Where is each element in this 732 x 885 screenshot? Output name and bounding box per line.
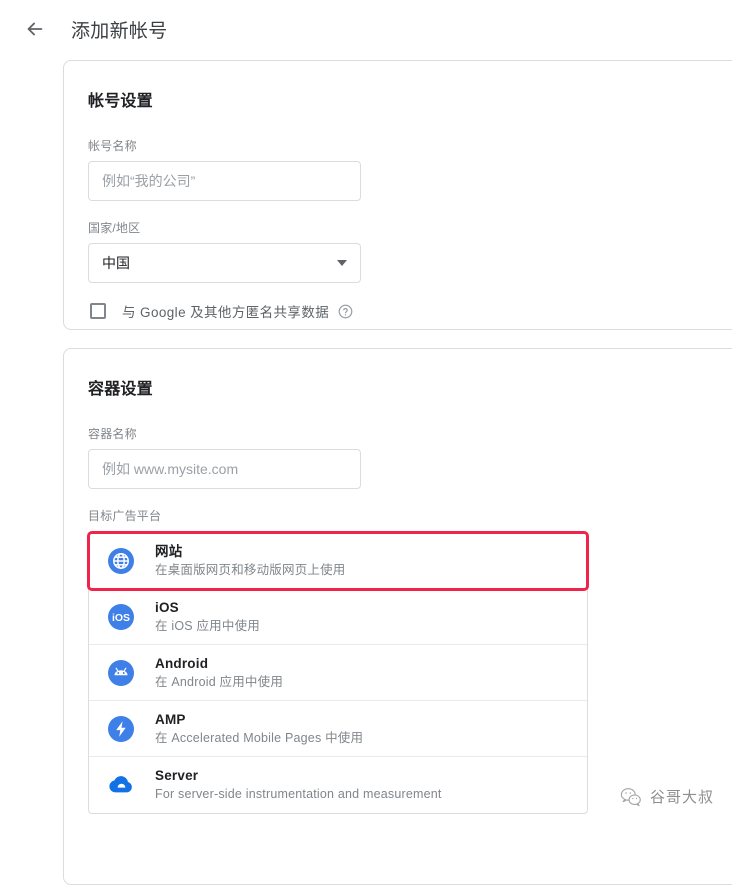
account-name-field-group: 帐号名称: [88, 137, 732, 201]
country-label: 国家/地区: [88, 219, 732, 236]
wechat-icon: [620, 787, 642, 807]
country-select[interactable]: 中国: [88, 243, 361, 283]
platform-description: For server-side instrumentation and meas…: [155, 786, 442, 803]
page-title: 添加新帐号: [71, 16, 168, 43]
platform-list: 网站 在桌面版网页和移动版网页上使用 iOS iOS 在 iOS 应用中使用: [88, 532, 588, 814]
platform-name: iOS: [155, 599, 260, 616]
platform-description: 在桌面版网页和移动版网页上使用: [155, 562, 346, 579]
watermark: 谷哥大叔: [620, 786, 714, 807]
container-name-label: 容器名称: [88, 425, 732, 442]
share-data-checkbox[interactable]: [90, 303, 106, 319]
container-name-input[interactable]: [88, 449, 361, 489]
svg-text:iOS: iOS: [112, 612, 130, 624]
platform-name: Server: [155, 767, 442, 784]
arrow-left-icon: [24, 18, 46, 40]
platform-option-ios[interactable]: iOS iOS 在 iOS 应用中使用: [89, 589, 587, 645]
platform-description: 在 iOS 应用中使用: [155, 618, 260, 635]
platform-description: 在 Accelerated Mobile Pages 中使用: [155, 730, 363, 747]
account-name-label: 帐号名称: [88, 137, 732, 154]
android-icon: [107, 659, 135, 687]
share-data-row[interactable]: 与 Google 及其他方匿名共享数据: [88, 301, 732, 321]
cloud-icon: [107, 771, 135, 799]
container-settings-title: 容器设置: [88, 375, 732, 399]
platform-name: 网站: [155, 543, 346, 560]
platform-option-android[interactable]: Android 在 Android 应用中使用: [89, 645, 587, 701]
account-settings-card: 帐号设置 帐号名称 国家/地区 中国 与 Google 及其他方匿名共享数据: [63, 60, 732, 330]
container-name-field-group: 容器名称: [88, 425, 732, 489]
platform-name: Android: [155, 655, 283, 672]
country-select-value: 中国: [102, 253, 130, 273]
account-name-input[interactable]: [88, 161, 361, 201]
page-header: 添加新帐号: [0, 0, 732, 58]
ios-icon: iOS: [107, 603, 135, 631]
help-circle-icon[interactable]: [338, 304, 353, 319]
back-button[interactable]: [18, 12, 52, 46]
globe-icon: [107, 547, 135, 575]
amp-bolt-icon: [107, 715, 135, 743]
platform-option-website[interactable]: 网站 在桌面版网页和移动版网页上使用: [89, 533, 587, 589]
account-settings-title: 帐号设置: [88, 87, 732, 111]
platform-option-server[interactable]: Server For server-side instrumentation a…: [89, 757, 587, 813]
share-data-label: 与 Google 及其他方匿名共享数据: [122, 301, 329, 321]
platform-name: AMP: [155, 711, 363, 728]
platform-description: 在 Android 应用中使用: [155, 674, 283, 691]
target-platform-label: 目标广告平台: [88, 507, 732, 524]
watermark-text: 谷哥大叔: [650, 786, 714, 807]
country-field-group: 国家/地区 中国: [88, 219, 732, 283]
platform-option-amp[interactable]: AMP 在 Accelerated Mobile Pages 中使用: [89, 701, 587, 757]
